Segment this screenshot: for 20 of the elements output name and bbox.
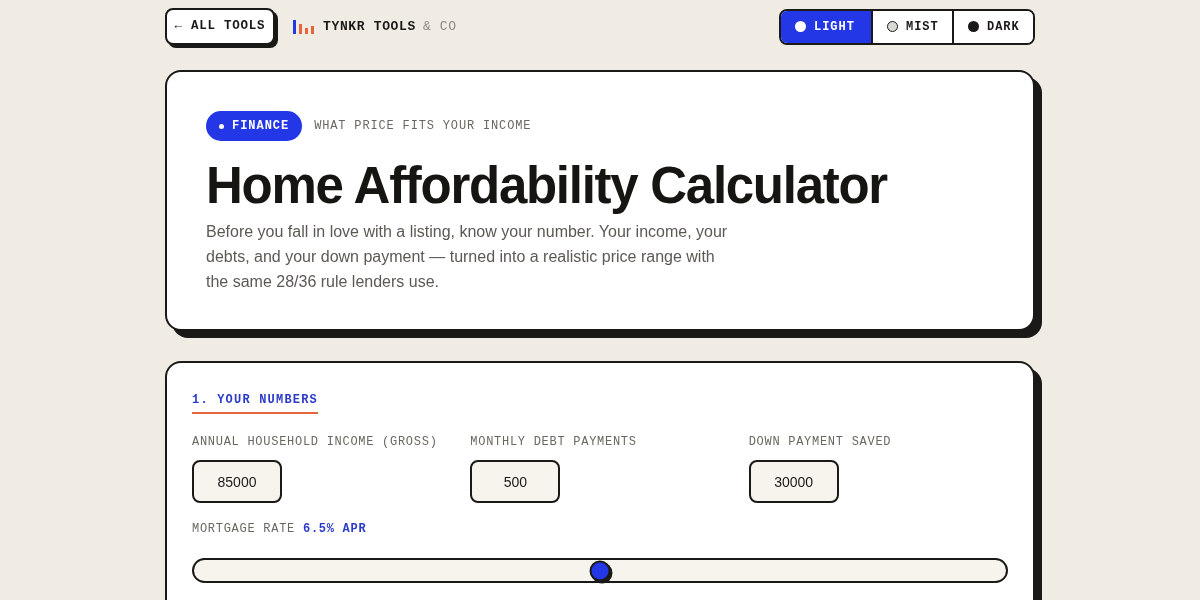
intro-description: Before you fall in love with a listing, know your number. Your income, your debts, and your down payment — turned into a realistic price range with the same 28/36 rule lenders use.	[206, 222, 729, 292]
theme-option[interactable]: LIGHT	[781, 10, 871, 43]
bars-logo-icon	[293, 19, 315, 34]
rate-slider-track[interactable]	[192, 558, 1008, 583]
tagline: WHAT PRICE FITS YOUR INCOME	[314, 118, 532, 135]
theme-option[interactable]: DARK	[952, 10, 1033, 43]
number-input[interactable]: 500	[470, 460, 561, 503]
field-label: MONTHLY DEBT PAYMENTS	[470, 434, 637, 450]
number-input[interactable]: 30000	[748, 460, 839, 503]
section-heading: 1. YOUR NUMBERS	[192, 392, 319, 414]
rate-label: MORTGAGE RATE	[192, 521, 295, 537]
slider-thumb[interactable]	[589, 560, 611, 581]
category-badge: FINANCE	[206, 111, 303, 141]
number-input[interactable]: 85000	[192, 460, 282, 503]
back-button[interactable]: ← ALL TOOLS	[165, 8, 275, 45]
brand-name: TYNKR TOOLS	[323, 17, 416, 36]
field-label: DOWN PAYMENT SAVED	[748, 434, 892, 450]
field-label: ANNUAL HOUSEHOLD INCOME (GROSS)	[192, 434, 438, 450]
rate-reading: 6.5% APR	[303, 521, 367, 537]
brand-suffix: & CO	[422, 17, 457, 36]
